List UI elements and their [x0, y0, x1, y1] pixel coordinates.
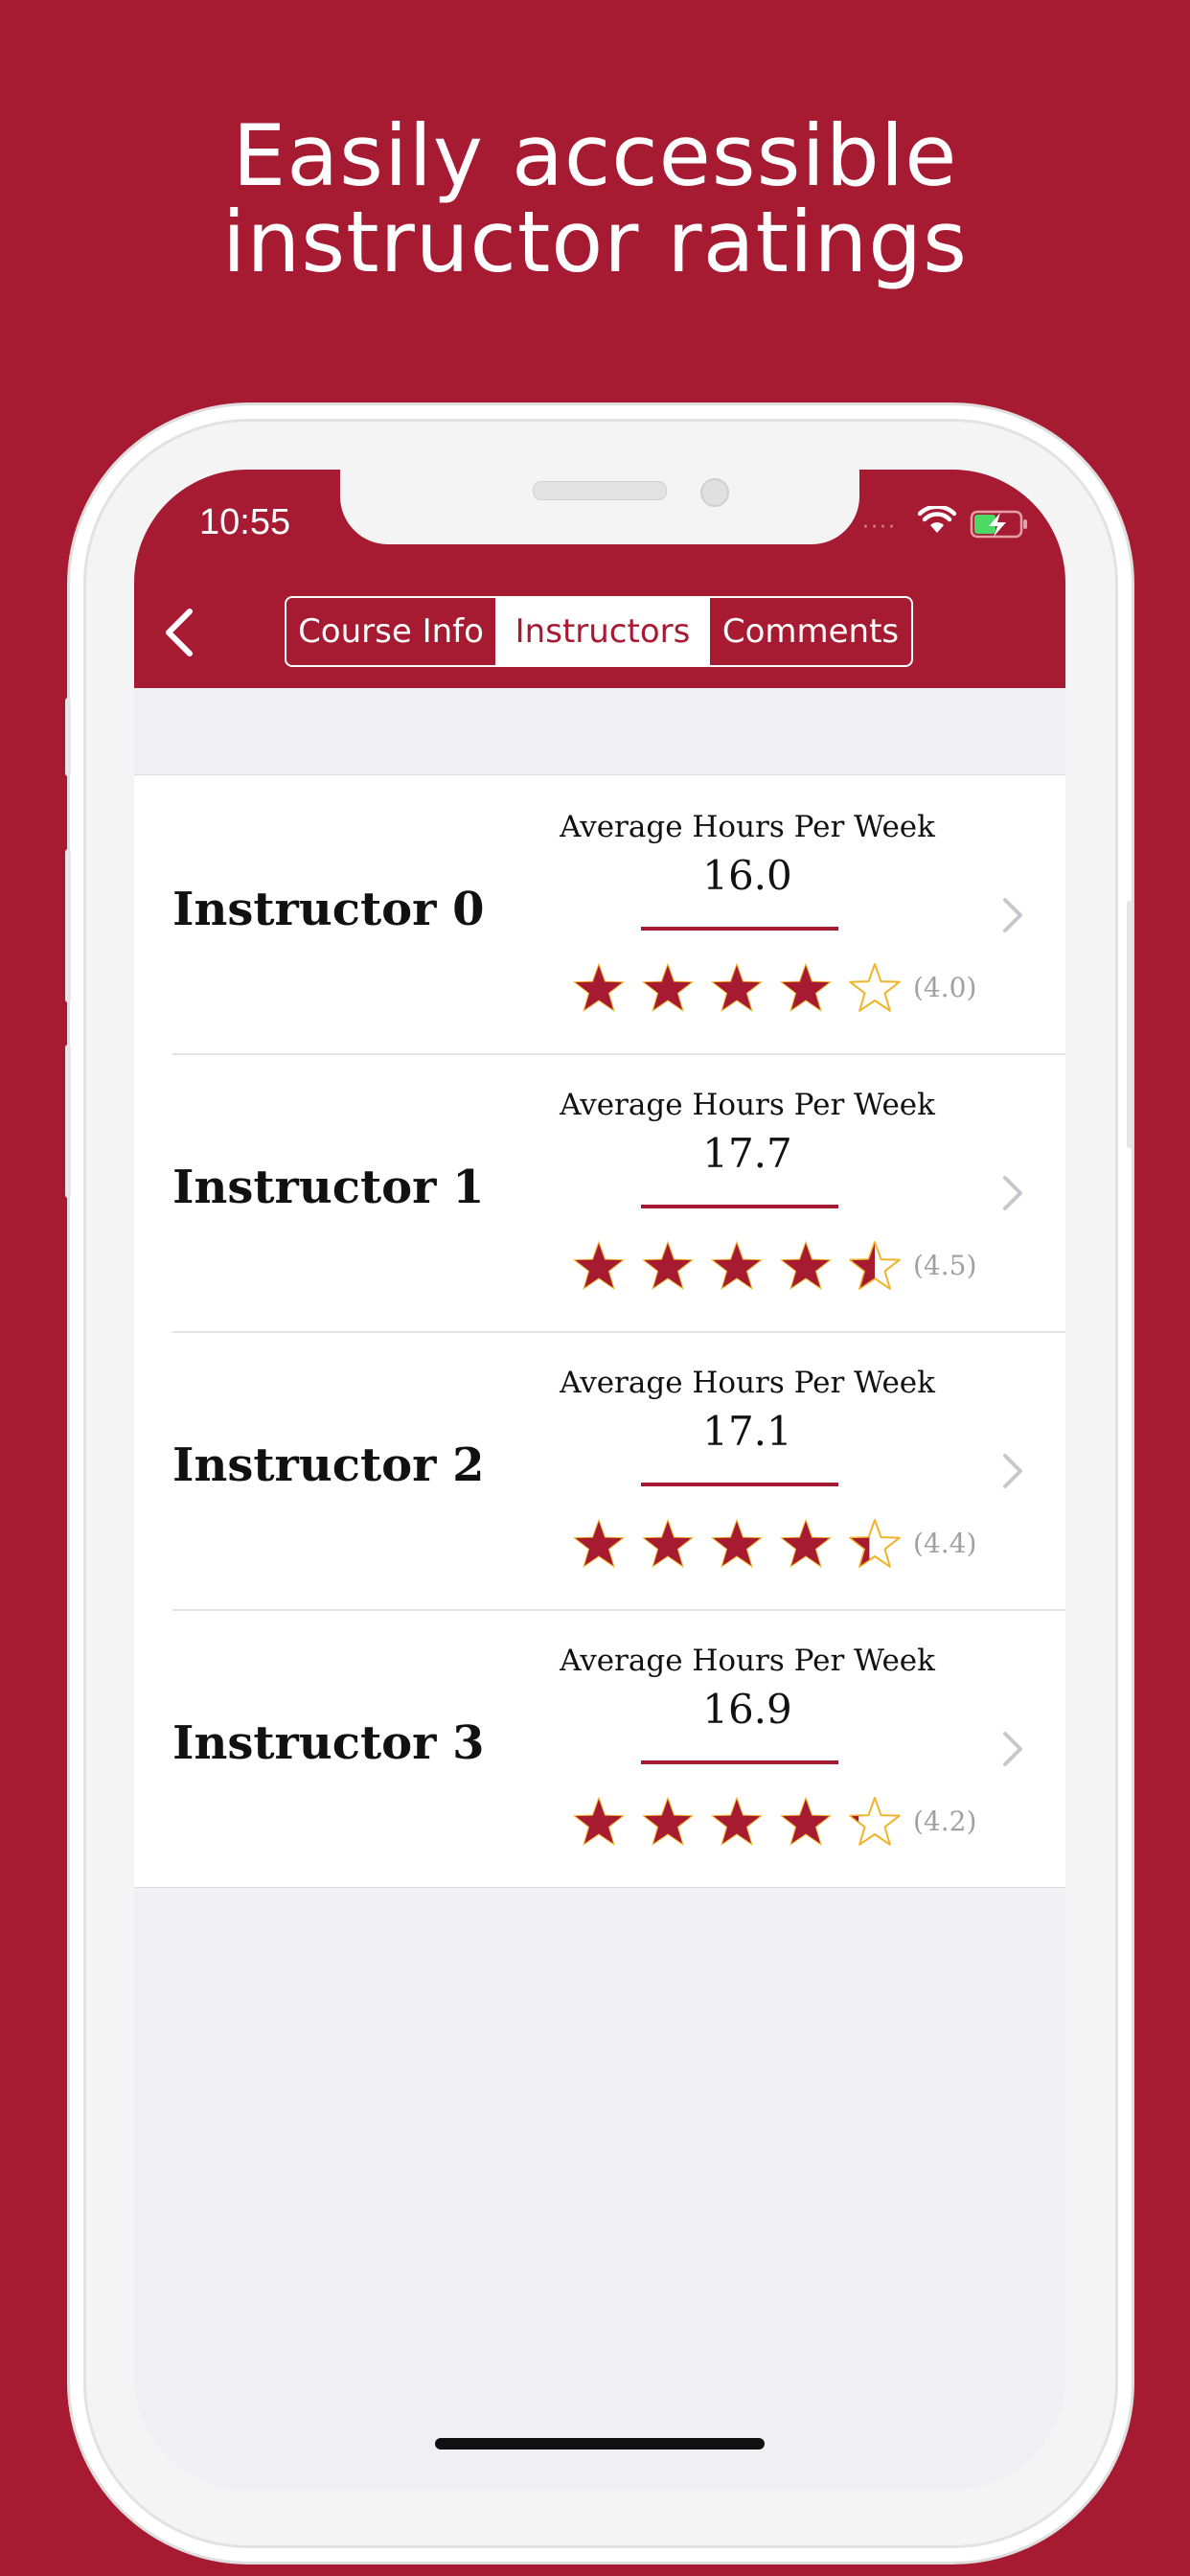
chevron-right-icon	[1003, 1176, 1022, 1210]
instructor-name: Instructor 1	[172, 1161, 485, 1214]
star-icon	[848, 1519, 901, 1569]
speaker-grille	[533, 481, 667, 500]
star-icon	[572, 962, 626, 1013]
chevron-left-icon[interactable]	[153, 604, 211, 661]
star-icon	[641, 1518, 695, 1569]
phone-volume-down	[65, 1045, 71, 1198]
star-rating	[572, 1240, 901, 1291]
hours-label: Average Hours Per Week	[560, 1088, 935, 1122]
hours-underline	[641, 1483, 838, 1486]
star-icon	[641, 1240, 695, 1291]
star-icon	[572, 1796, 626, 1847]
navigation-bar: 10:55 ···· Course Info Instructors Comme…	[134, 470, 1065, 688]
chevron-right-icon	[1003, 898, 1022, 932]
hours-label: Average Hours Per Week	[560, 1644, 935, 1678]
hours-label: Average Hours Per Week	[560, 1366, 935, 1400]
chevron-right-icon	[1003, 1454, 1022, 1488]
cellular-signal-icon: ····	[862, 516, 897, 540]
hours-value: 17.7	[702, 1130, 792, 1177]
star-icon	[710, 962, 764, 1013]
headline-line-2: instructor ratings	[222, 193, 968, 291]
rating-value: (4.4)	[913, 1528, 977, 1559]
front-camera	[700, 478, 729, 507]
wifi-icon	[918, 506, 956, 533]
star-icon	[779, 1796, 833, 1847]
instructor-name: Instructor 2	[172, 1438, 485, 1492]
star-icon	[641, 962, 695, 1013]
instructor-name: Instructor 3	[172, 1716, 485, 1770]
phone-screen: 10:55 ···· Course Info Instructors Comme…	[134, 470, 1065, 2490]
phone-silent-switch	[65, 698, 71, 776]
hours-underline	[641, 1205, 838, 1208]
segmented-control: Course Info Instructors Comments	[285, 596, 913, 667]
list-item[interactable]: Instructor 3 Average Hours Per Week 16.9…	[134, 1609, 1065, 1887]
star-icon	[572, 1240, 626, 1291]
hours-value: 17.1	[702, 1408, 792, 1455]
hours-underline	[641, 1760, 838, 1764]
hours-value: 16.9	[702, 1686, 792, 1733]
star-icon	[848, 1797, 901, 1846]
instructor-list: Instructor 0 Average Hours Per Week 16.0…	[134, 774, 1065, 1888]
status-time: 10:55	[199, 502, 291, 542]
phone-volume-up	[65, 849, 71, 1002]
tab-comments[interactable]: Comments	[708, 598, 911, 665]
tab-instructors[interactable]: Instructors	[497, 598, 708, 665]
list-item[interactable]: Instructor 1 Average Hours Per Week 17.7…	[134, 1053, 1065, 1331]
star-icon	[779, 962, 833, 1013]
chevron-right-icon	[1003, 1732, 1022, 1766]
headline-line-1: Easily accessible	[232, 106, 958, 205]
list-item[interactable]: Instructor 2 Average Hours Per Week 17.1…	[134, 1331, 1065, 1609]
hours-label: Average Hours Per Week	[560, 810, 935, 844]
home-indicator[interactable]	[435, 2438, 765, 2450]
star-icon	[779, 1240, 833, 1291]
star-icon	[641, 1796, 695, 1847]
phone-power-button	[1127, 901, 1133, 1148]
star-icon	[572, 1518, 626, 1569]
rating-value: (4.5)	[913, 1250, 977, 1281]
star-rating	[572, 1796, 901, 1847]
hours-underline	[641, 927, 838, 931]
star-icon	[710, 1796, 764, 1847]
headline: Easily accessible instructor ratings	[0, 113, 1190, 286]
star-rating	[572, 1518, 901, 1569]
star-icon	[779, 1518, 833, 1569]
rating-value: (4.0)	[913, 972, 977, 1003]
star-icon	[710, 1240, 764, 1291]
star-icon	[710, 1518, 764, 1569]
rating-value: (4.2)	[913, 1806, 977, 1837]
list-item[interactable]: Instructor 0 Average Hours Per Week 16.0…	[134, 775, 1065, 1053]
battery-charging-icon	[970, 510, 1027, 539]
hours-value: 16.0	[702, 852, 792, 899]
star-rating	[572, 962, 901, 1013]
star-icon	[848, 1240, 901, 1291]
star-icon	[849, 963, 901, 1012]
instructor-name: Instructor 0	[172, 883, 485, 936]
tab-course-info[interactable]: Course Info	[286, 598, 497, 665]
